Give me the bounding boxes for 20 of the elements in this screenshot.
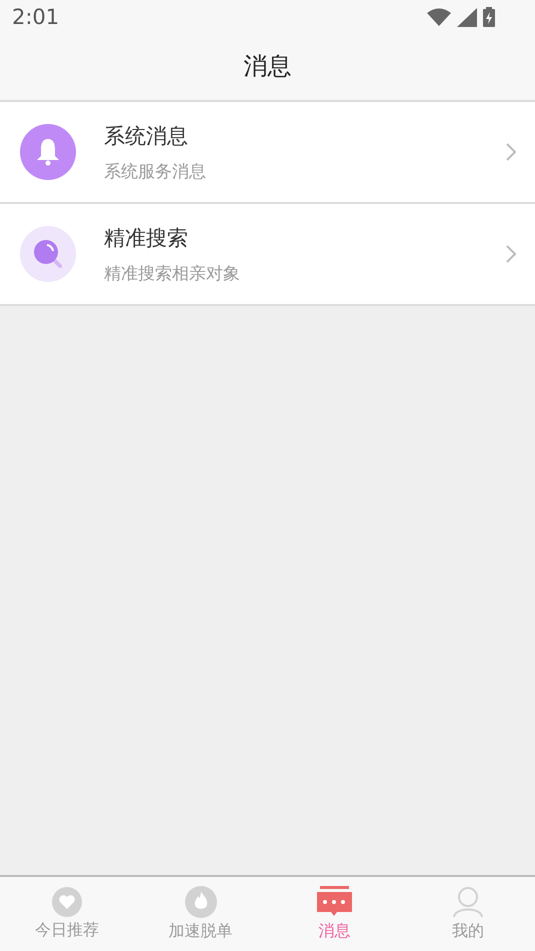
nav-tab[interactable]: 我的	[401, 877, 535, 951]
wifi-icon	[427, 8, 451, 26]
nav-tab[interactable]: 今日推荐	[0, 877, 134, 951]
person-icon	[452, 886, 484, 918]
message-subtitle: 系统服务消息	[104, 160, 207, 182]
nav-tab[interactable]: 消息	[268, 877, 402, 951]
message-title: 精准搜索	[104, 224, 189, 252]
chat-icon	[316, 886, 352, 918]
battery-icon	[483, 7, 495, 27]
message-subtitle: 精准搜索相亲对象	[104, 262, 241, 284]
page-title: 消息	[244, 51, 292, 82]
message-item[interactable]: 系统消息 系统服务消息	[0, 102, 535, 204]
flame-icon	[184, 886, 217, 918]
message-title: 系统消息	[104, 122, 189, 150]
message-item[interactable]: 精准搜索 精准搜索相亲对象	[0, 204, 535, 306]
nav-tab[interactable]: 加速脱单	[134, 877, 268, 951]
signal-icon	[457, 8, 477, 26]
status-time: 2:01	[12, 5, 60, 29]
chevron-icon	[505, 244, 517, 264]
chevron-icon	[505, 142, 517, 162]
